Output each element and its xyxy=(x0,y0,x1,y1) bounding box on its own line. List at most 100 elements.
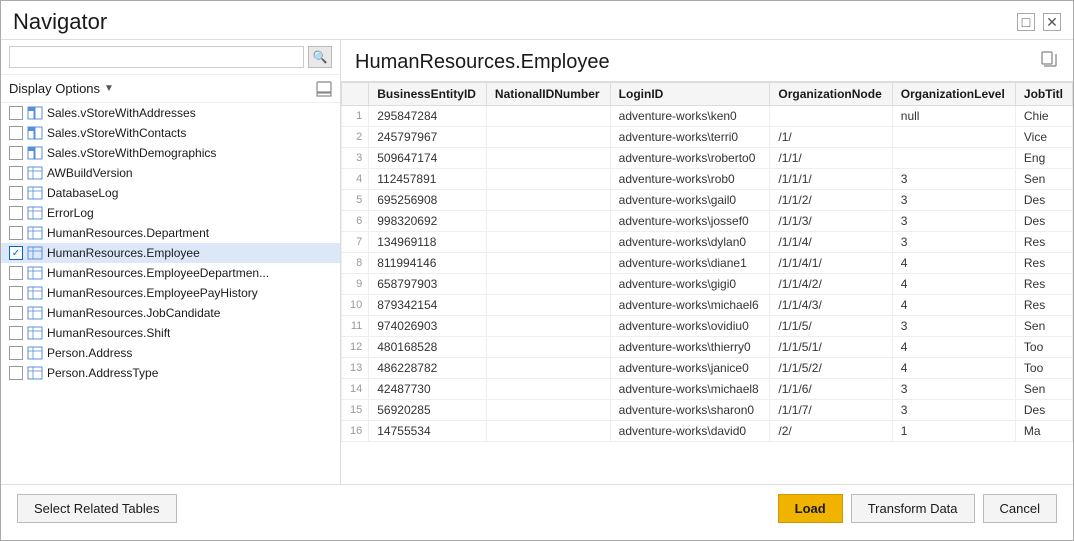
tree-item-label: Person.Address xyxy=(47,346,132,360)
table-cell: 4 xyxy=(892,295,1015,316)
search-input[interactable] xyxy=(9,46,304,68)
tree-item[interactable]: Person.AddressType xyxy=(1,363,340,383)
load-button[interactable]: Load xyxy=(778,494,843,523)
table-cell: Sen xyxy=(1015,316,1072,337)
table-cell xyxy=(486,337,610,358)
table-cell: adventure-works\jossef0 xyxy=(610,211,770,232)
column-header: OrganizationLevel xyxy=(892,83,1015,106)
table-cell: 134969118 xyxy=(369,232,487,253)
cancel-button[interactable]: Cancel xyxy=(983,494,1057,523)
table-cell xyxy=(486,190,610,211)
close-button[interactable]: ✕ xyxy=(1043,13,1061,31)
row-number: 14 xyxy=(342,379,369,400)
tree-item-checkbox[interactable] xyxy=(9,146,23,160)
title-bar: Navigator □ ✕ xyxy=(1,1,1073,39)
table-cell xyxy=(892,148,1015,169)
row-number: 4 xyxy=(342,169,369,190)
tree-item-checkbox[interactable] xyxy=(9,266,23,280)
table-icon xyxy=(27,286,43,300)
table-cell: 3 xyxy=(892,379,1015,400)
select-related-tables-button[interactable]: Select Related Tables xyxy=(17,494,177,523)
tree-item[interactable]: HumanResources.Shift xyxy=(1,323,340,343)
table-cell: 4 xyxy=(892,358,1015,379)
tree-item[interactable]: HumanResources.EmployeePayHistory xyxy=(1,283,340,303)
table-cell: 56920285 xyxy=(369,400,487,421)
table-cell: 295847284 xyxy=(369,106,487,127)
tree-item-checkbox[interactable] xyxy=(9,366,23,380)
data-table-container[interactable]: BusinessEntityIDNationalIDNumberLoginIDO… xyxy=(341,82,1073,484)
tree-item-checkbox[interactable] xyxy=(9,346,23,360)
row-number: 12 xyxy=(342,337,369,358)
tree-item[interactable]: AWBuildVersion xyxy=(1,163,340,183)
tree-item-label: HumanResources.JobCandidate xyxy=(47,306,220,320)
tree-list[interactable]: Sales.vStoreWithAddresses Sales.vStoreWi… xyxy=(1,103,340,484)
table-cell xyxy=(486,232,610,253)
table-icon xyxy=(27,226,43,240)
tree-item[interactable]: HumanResources.JobCandidate xyxy=(1,303,340,323)
tree-item[interactable]: HumanResources.Department xyxy=(1,223,340,243)
preview-actions-icon[interactable] xyxy=(1039,50,1059,75)
table-cell: 480168528 xyxy=(369,337,487,358)
table-icon xyxy=(27,126,43,140)
tree-item-checkbox[interactable] xyxy=(9,126,23,140)
tree-item-checkbox[interactable] xyxy=(9,166,23,180)
table-icon xyxy=(27,366,43,380)
tree-item[interactable]: ErrorLog xyxy=(1,203,340,223)
bottom-bar: Select Related Tables Load Transform Dat… xyxy=(1,484,1073,532)
table-cell: /1/1/4/ xyxy=(770,232,892,253)
tree-item-label: HumanResources.Shift xyxy=(47,326,170,340)
tree-item[interactable]: Sales.vStoreWithContacts xyxy=(1,123,340,143)
tree-item-checkbox[interactable] xyxy=(9,226,23,240)
row-number: 2 xyxy=(342,127,369,148)
tree-item-checkbox[interactable] xyxy=(9,246,23,260)
table-cell xyxy=(892,127,1015,148)
table-row: 10879342154adventure-works\michael6/1/1/… xyxy=(342,295,1073,316)
tree-item-checkbox[interactable] xyxy=(9,326,23,340)
table-cell: Chie xyxy=(1015,106,1072,127)
transform-data-button[interactable]: Transform Data xyxy=(851,494,975,523)
tree-item-checkbox[interactable] xyxy=(9,206,23,220)
table-cell: /1/1/1/ xyxy=(770,169,892,190)
table-cell: adventure-works\diane1 xyxy=(610,253,770,274)
search-button[interactable]: 🔍 xyxy=(308,46,332,68)
table-cell: 112457891 xyxy=(369,169,487,190)
row-number: 6 xyxy=(342,211,369,232)
table-cell: /1/1/5/2/ xyxy=(770,358,892,379)
tree-item[interactable]: Person.Address xyxy=(1,343,340,363)
row-number: 15 xyxy=(342,400,369,421)
tree-item[interactable]: HumanResources.Employee xyxy=(1,243,340,263)
table-cell: adventure-works\ovidiu0 xyxy=(610,316,770,337)
table-icon xyxy=(27,146,43,160)
column-header: JobTitl xyxy=(1015,83,1072,106)
table-cell xyxy=(486,421,610,442)
display-options-label: Display Options xyxy=(9,81,100,96)
app-title: Navigator xyxy=(13,9,107,35)
tree-item-checkbox[interactable] xyxy=(9,186,23,200)
search-bar: 🔍 xyxy=(1,40,340,75)
tree-item[interactable]: HumanResources.EmployeeDepartmen... xyxy=(1,263,340,283)
tree-item-label: AWBuildVersion xyxy=(47,166,133,180)
tree-item-label: HumanResources.EmployeePayHistory xyxy=(47,286,258,300)
tree-item-checkbox[interactable] xyxy=(9,106,23,120)
table-cell: 3 xyxy=(892,232,1015,253)
refresh-icon[interactable] xyxy=(316,80,332,97)
tree-item[interactable]: Sales.vStoreWithAddresses xyxy=(1,103,340,123)
minimize-button[interactable]: □ xyxy=(1017,13,1035,31)
table-icon xyxy=(27,246,43,260)
table-cell: /1/1/4/1/ xyxy=(770,253,892,274)
row-number: 10 xyxy=(342,295,369,316)
table-cell xyxy=(486,106,610,127)
tree-item-checkbox[interactable] xyxy=(9,306,23,320)
tree-item[interactable]: DatabaseLog xyxy=(1,183,340,203)
table-cell xyxy=(486,253,610,274)
tree-item[interactable]: Sales.vStoreWithDemographics xyxy=(1,143,340,163)
display-options-button[interactable]: Display Options ▼ xyxy=(9,79,114,98)
table-row: 5695256908adventure-works\gail0/1/1/2/3D… xyxy=(342,190,1073,211)
table-cell: 3 xyxy=(892,190,1015,211)
table-cell: adventure-works\gigi0 xyxy=(610,274,770,295)
row-number: 5 xyxy=(342,190,369,211)
table-cell: Sen xyxy=(1015,379,1072,400)
table-cell xyxy=(770,106,892,127)
table-icon xyxy=(27,346,43,360)
tree-item-checkbox[interactable] xyxy=(9,286,23,300)
